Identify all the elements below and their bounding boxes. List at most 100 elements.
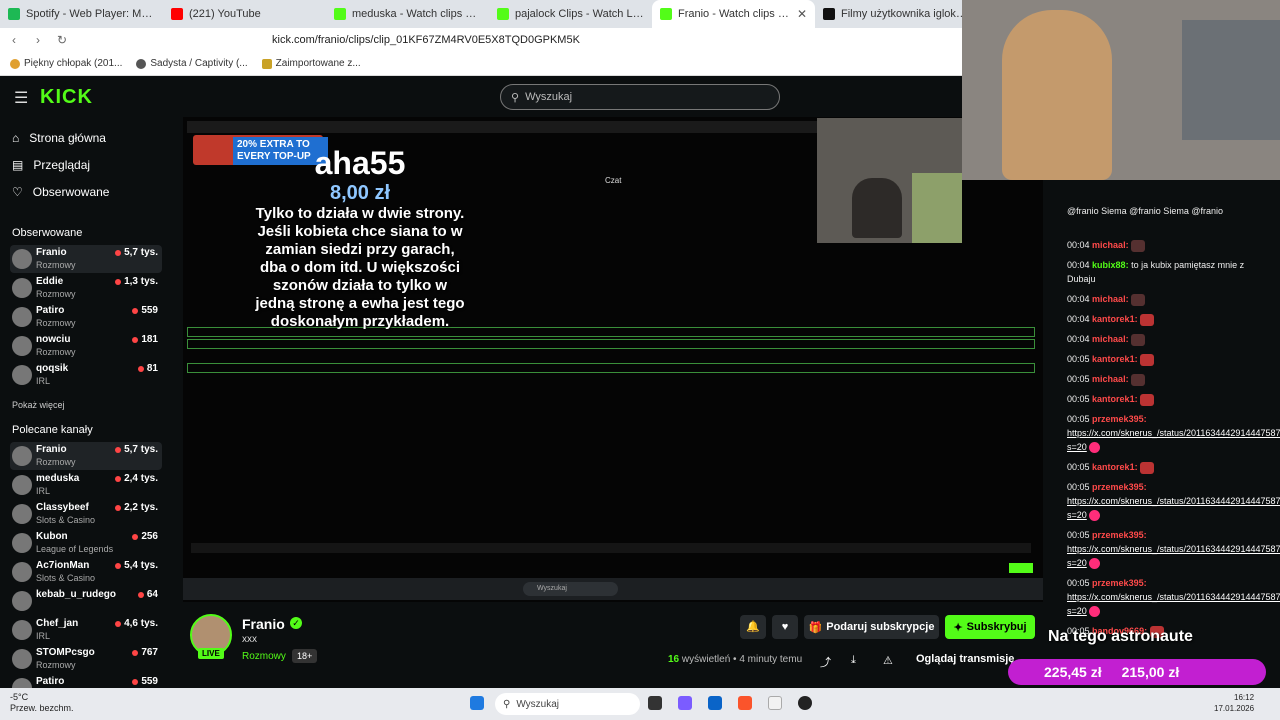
channel-name[interactable]: Franio	[242, 616, 285, 632]
show-more-link[interactable]: Pokaż więcej	[12, 400, 65, 410]
channel-category: Rozmowy	[36, 347, 76, 357]
chat-username[interactable]: kubix88:	[1092, 260, 1129, 270]
chat-username[interactable]: michaal:	[1092, 374, 1129, 384]
chat-username[interactable]: kantorek1:	[1092, 314, 1138, 324]
chat-message: @franio Siema @franio Siema @franio	[1067, 204, 1272, 218]
channel-avatar	[12, 307, 32, 327]
search-input[interactable]: ⚲ Wyszukaj	[500, 84, 780, 110]
nav-label: Przeglądaj	[33, 158, 91, 172]
sidebar-section-title: Polecane kanały	[12, 424, 93, 436]
chat-message: 00:05 kantorek1:	[1067, 392, 1272, 406]
nav-link[interactable]: ▤ Przeglądaj	[12, 158, 90, 172]
sidebar-channel[interactable]: Kubon League of Legends 256	[10, 529, 162, 557]
browser-tab[interactable]: Filmy użytkownika iglokalnyseba (	[815, 0, 978, 28]
chat-username[interactable]: kantorek1:	[1092, 354, 1138, 364]
chat-username[interactable]: michaal:	[1092, 334, 1129, 344]
chat-username[interactable]: michaal:	[1092, 240, 1129, 250]
emote-icon	[1089, 510, 1101, 522]
bookmark-item[interactable]: Sadysta / Captivity (...	[136, 58, 248, 69]
inner-chat-button	[1009, 563, 1033, 573]
sidebar-channel[interactable]: meduska IRL 2,4 tys.	[10, 471, 162, 499]
viewer-count: 5,7 tys.	[115, 247, 158, 258]
back-icon[interactable]: ‹	[4, 33, 24, 47]
inner-chat-label: Czat	[605, 176, 622, 185]
sidebar-channel[interactable]: Chef_jan IRL 4,6 tys.	[10, 616, 162, 644]
menu-icon[interactable]: ☰	[14, 88, 28, 108]
report-icon[interactable]: ⚠	[883, 654, 893, 667]
chat-username[interactable]: kantorek1:	[1092, 394, 1138, 404]
reload-icon[interactable]: ↻	[52, 33, 72, 47]
browser-tab[interactable]: (221) YouTube	[163, 0, 326, 28]
channel-name: Ac7ionMan	[36, 560, 90, 571]
subscribe-button[interactable]: ✦ Subskrybuj	[945, 615, 1035, 639]
chat-time: 00:05	[1067, 482, 1090, 492]
close-tab-icon[interactable]: ✕	[797, 7, 807, 21]
browser-tab[interactable]: Spotify - Web Player: Music for every	[0, 0, 163, 28]
store-icon[interactable]	[708, 696, 722, 710]
chat-username[interactable]: przemek395:	[1092, 482, 1147, 492]
nav-link[interactable]: ♡ Obserwowane	[12, 185, 109, 199]
channel-name: Eddie	[36, 276, 64, 287]
chat-message: 00:05 przemek395: https://x.com/sknerus_…	[1067, 528, 1280, 570]
windows-start-icon[interactable]	[470, 696, 484, 710]
donation-amount: 8,00 zł	[329, 182, 391, 204]
forward-icon[interactable]: ›	[28, 33, 48, 47]
weather-widget[interactable]: -5°C Przew. bezchm.	[10, 692, 74, 714]
search-icon: ⚲	[503, 698, 511, 710]
nav-label: Strona główna	[29, 131, 106, 145]
background-shelf	[1182, 20, 1280, 140]
kick-logo[interactable]: KICK	[40, 86, 93, 109]
channel-category: League of Legends	[36, 544, 114, 554]
browser-tab[interactable]: meduska - Watch clips on Kick	[326, 0, 489, 28]
url-field[interactable]: kick.com/franio/clips/clip_01KF67ZM4RV0E…	[272, 34, 580, 46]
sidebar-channel[interactable]: Franio Rozmowy 5,7 tys.	[10, 245, 162, 273]
download-icon[interactable]: ⤓	[851, 654, 856, 667]
watch-stream-link[interactable]: Oglądaj transmisję	[916, 653, 1014, 665]
sidebar-channel[interactable]: Patiro Rozmowy 559	[10, 303, 162, 331]
sidebar-channel[interactable]: kebab_u_rudego 64	[10, 587, 162, 615]
brave-icon[interactable]	[738, 696, 752, 710]
browser-tab[interactable]: Franio - Watch clips on Kick ✕	[652, 0, 815, 28]
channel-avatar	[12, 620, 32, 640]
sidebar-section-title: Obserwowane	[12, 227, 83, 239]
sidebar-channel[interactable]: qoqsik IRL 81	[10, 361, 162, 389]
bookmark-folder[interactable]: Zaimportowane z...	[261, 58, 361, 69]
sidebar-channel[interactable]: Ac7ionMan Slots & Casino 5,4 tys.	[10, 558, 162, 586]
chat-username[interactable]: przemek395:	[1092, 414, 1147, 424]
viewer-count: 4,6 tys.	[115, 618, 158, 629]
chat-message: 00:04 kantorek1:	[1067, 312, 1272, 326]
gift-subscriptions-button[interactable]: 🎁 Podaruj subskrypcje	[804, 615, 939, 639]
follow-heart-button[interactable]: ♥	[772, 615, 798, 639]
person-silhouette	[1002, 10, 1112, 180]
viewer-count: 559	[132, 676, 158, 687]
bookmark-item[interactable]: Piękny chłopak (201...	[10, 58, 122, 69]
app-icon[interactable]	[768, 696, 782, 710]
copilot-icon[interactable]	[678, 696, 692, 710]
live-dot-icon	[115, 278, 122, 285]
inner-search: Wyszukaj	[523, 582, 618, 596]
obs-icon[interactable]	[798, 696, 812, 710]
live-dot-icon	[115, 475, 122, 482]
system-clock[interactable]: 16:12 17.01.2026	[1214, 692, 1254, 714]
channel-category: Rozmowy	[36, 289, 76, 299]
taskbar-search[interactable]: ⚲ Wyszukaj	[495, 693, 640, 715]
browser-tab[interactable]: pajalock Clips - Watch Live on Kick	[489, 0, 652, 28]
donation-alert: aha55 8,00 zł Tylko to działa w dwie str…	[255, 145, 465, 331]
stream-category[interactable]: Rozmowy	[242, 651, 286, 662]
chat-username[interactable]: michaal:	[1092, 294, 1129, 304]
chat-username[interactable]: przemek395:	[1092, 578, 1147, 588]
windows-taskbar	[0, 688, 1280, 720]
sidebar-channel[interactable]: nowciu Rozmowy 181	[10, 332, 162, 360]
chat-username[interactable]: kantorek1:	[1092, 462, 1138, 472]
sidebar-channel[interactable]: Eddie Rozmowy 1,3 tys.	[10, 274, 162, 302]
notification-bell-button[interactable]: 🔔	[740, 615, 766, 639]
task-view-icon[interactable]	[648, 696, 662, 710]
nav-label: Obserwowane	[32, 185, 110, 199]
nav-link[interactable]: ⌂ Strona główna	[12, 131, 106, 145]
sidebar-channel[interactable]: STOMPcsgo Rozmowy 767	[10, 645, 162, 673]
sidebar-channel[interactable]: Classybeef Slots & Casino 2,2 tys.	[10, 500, 162, 528]
share-icon[interactable]: ⤴	[820, 654, 831, 670]
chat-username[interactable]: przemek395:	[1092, 530, 1147, 540]
channel-avatar	[12, 562, 32, 582]
sidebar-channel[interactable]: Franio Rozmowy 5,7 tys.	[10, 442, 162, 470]
